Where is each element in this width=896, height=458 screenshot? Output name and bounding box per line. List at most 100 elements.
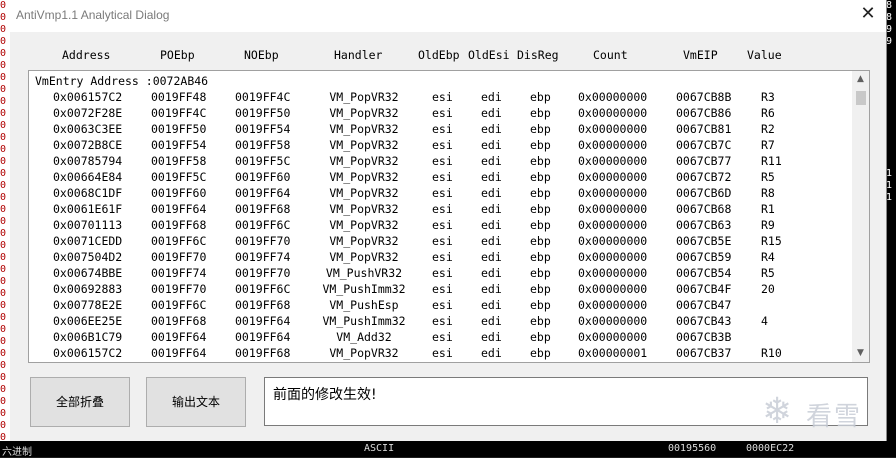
row-address: 0x0072F28E xyxy=(53,106,123,120)
row-poebp: 0019FF74 xyxy=(151,266,207,280)
row-oldebp: esi xyxy=(432,218,453,232)
vertical-scrollbar[interactable]: ▲ ▼ xyxy=(852,71,869,362)
row-value: R9 xyxy=(761,218,775,232)
table-row[interactable]: 0x0068C1DF 0019FF60 0019FF64 VM_PopVR32 esi e… xyxy=(29,186,851,202)
table-row[interactable]: 0x00778E2E 0019FF6C 0019FF68 VM_PushEsp esi e… xyxy=(29,298,851,314)
table-row[interactable]: 0x00664E84 0019FF5C 0019FF60 VM_PopVR32 esi e… xyxy=(29,170,851,186)
row-poebp: 0019FF6C xyxy=(151,298,207,312)
background-digit xyxy=(886,156,896,168)
scroll-thumb[interactable] xyxy=(856,91,866,105)
table-row[interactable]: 0x007504D2 0019FF70 0019FF74 VM_PopVR32 esi e… xyxy=(29,250,851,266)
background-hex-label: 六进制 xyxy=(2,447,32,458)
background-digit: 0 xyxy=(0,60,7,71)
row-oldesi: edi xyxy=(481,266,502,280)
column-header-oldesi[interactable]: OldEsi xyxy=(468,48,510,62)
scroll-down-icon[interactable]: ▼ xyxy=(852,345,869,362)
row-count: 0x00000000 xyxy=(578,266,648,280)
column-header-disreg[interactable]: DisReg xyxy=(517,48,559,62)
background-digit xyxy=(886,72,896,84)
column-header-oldebp[interactable]: OldEbp xyxy=(418,48,460,62)
scroll-up-icon[interactable]: ▲ xyxy=(852,71,869,88)
table-row[interactable]: 0x0071CEDD 0019FF6C 0019FF70 VM_PopVR32 esi e… xyxy=(29,234,851,250)
column-header-poebp[interactable]: POEbp xyxy=(160,48,195,62)
table-row[interactable]: 0x0063C3EE 0019FF50 0019FF54 VM_PopVR32 esi e… xyxy=(29,122,851,138)
row-address: 0x00664E84 xyxy=(53,170,123,184)
background-digit: 0 xyxy=(0,228,7,239)
window-title: AntiVmp1.1 Analytical Dialog xyxy=(16,8,170,22)
row-handler: VM_PopVR32 xyxy=(329,170,399,184)
table-row[interactable]: 0x006EE25E 0019FF68 0019FF64 VM_PushImm32 es… xyxy=(29,314,851,330)
row-handler: VM_PopVR32 xyxy=(329,346,399,360)
column-header-handler[interactable]: Handler xyxy=(334,48,382,62)
row-disreg: ebp xyxy=(530,90,551,104)
row-poebp: 0019FF60 xyxy=(151,186,207,200)
table-row[interactable]: 0x00692883 0019FF70 0019FF6C VM_PushImm32 es… xyxy=(29,282,851,298)
background-digit: 0 xyxy=(0,108,7,119)
background-hex-strip-right: 8899 111 xyxy=(886,0,896,457)
row-disreg: ebp xyxy=(530,154,551,168)
background-hex-strip-left: 0000000000000000000000000000000000000 xyxy=(0,0,10,457)
row-oldebp: esi xyxy=(432,346,453,360)
column-header-count[interactable]: Count xyxy=(593,48,628,62)
row-address: 0x0072B8CE xyxy=(53,138,123,152)
row-oldebp: esi xyxy=(432,122,453,136)
background-digit: 0 xyxy=(0,0,7,11)
export-text-button[interactable]: 输出文本 xyxy=(146,377,246,427)
table-row[interactable]: 0x006157C2 0019FF48 0019FF4C VM_PopVR32 esi e… xyxy=(29,90,851,106)
title-bar[interactable]: AntiVmp1.1 Analytical Dialog ✕ xyxy=(10,0,886,32)
row-vmeip: 0067CB63 xyxy=(676,218,732,232)
row-oldesi: edi xyxy=(481,346,502,360)
column-header-value[interactable]: Value xyxy=(747,48,782,62)
row-oldesi: edi xyxy=(481,250,502,264)
row-count: 0x00000000 xyxy=(578,122,648,136)
row-value: R5 xyxy=(761,266,775,280)
row-disreg: ebp xyxy=(530,186,551,200)
background-digit: 0 xyxy=(0,96,7,107)
row-oldesi: edi xyxy=(481,218,502,232)
row-count: 0x00000001 xyxy=(578,346,648,360)
row-handler: VM_PushEsp xyxy=(329,298,399,312)
background-digit: 0 xyxy=(0,420,7,431)
column-header-noebp[interactable]: NOEbp xyxy=(244,48,279,62)
table-row[interactable]: 0x006157C2 0019FF64 0019FF68 VM_PopVR32 esi e… xyxy=(29,346,851,362)
table-row[interactable]: 0x00674BBE 0019FF74 0019FF70 VM_PushVR32 esi… xyxy=(29,266,851,282)
background-digit: 0 xyxy=(0,24,7,35)
background-digit: 0 xyxy=(0,264,7,275)
row-poebp: 0019FF50 xyxy=(151,122,207,136)
row-address: 0x006157C2 xyxy=(53,346,123,360)
table-row[interactable]: 0x0061E61F 0019FF64 0019FF68 VM_PopVR32 esi e… xyxy=(29,202,851,218)
row-address: 0x0071CEDD xyxy=(53,234,123,248)
background-digit xyxy=(886,132,896,144)
table-row[interactable]: 0x0072B8CE 0019FF54 0019FF58 VM_PopVR32 esi e… xyxy=(29,138,851,154)
row-noebp: 0019FF50 xyxy=(235,106,291,120)
row-disreg: ebp xyxy=(530,266,551,280)
row-vmeip: 0067CB72 xyxy=(676,170,732,184)
row-poebp: 0019FF64 xyxy=(151,202,207,216)
table-row[interactable]: 0x00785794 0019FF58 0019FF5C VM_PopVR32 esi e… xyxy=(29,154,851,170)
table-row[interactable]: 0x00701113 0019FF68 0019FF6C VM_PopVR32 esi e… xyxy=(29,218,851,234)
background-digit: 0 xyxy=(0,84,7,95)
row-oldesi: edi xyxy=(481,154,502,168)
close-icon[interactable]: ✕ xyxy=(860,5,876,23)
column-header-address[interactable]: Address xyxy=(62,48,110,62)
row-poebp: 0019FF5C xyxy=(151,170,207,184)
row-oldebp: esi xyxy=(432,202,453,216)
trace-list[interactable]: VmEntry Address :0072AB46 0x006157C2 0019… xyxy=(28,70,870,363)
background-digit xyxy=(886,48,896,60)
vm-entry-address[interactable]: VmEntry Address :0072AB46 xyxy=(35,74,208,88)
row-address: 0x007504D2 xyxy=(53,250,123,264)
row-value: R6 xyxy=(761,106,775,120)
row-noebp: 0019FF60 xyxy=(235,170,291,184)
column-header-vmeip[interactable]: VmEIP xyxy=(683,48,718,62)
row-vmeip: 0067CB4F xyxy=(676,282,732,296)
collapse-all-button[interactable]: 全部折叠 xyxy=(30,377,130,427)
row-handler: VM_PopVR32 xyxy=(329,154,399,168)
row-handler: VM_PopVR32 xyxy=(329,218,399,232)
table-row[interactable]: 0x006B1C79 0019FF64 0019FF64 VM_Add32 esi edi… xyxy=(29,330,851,346)
row-count: 0x00000000 xyxy=(578,186,648,200)
row-handler: VM_PopVR32 xyxy=(329,122,399,136)
table-row[interactable]: 0x0072F28E 0019FF4C 0019FF50 VM_PopVR32 esi e… xyxy=(29,106,851,122)
background-ascii-label: ASCII xyxy=(364,443,395,454)
row-noebp: 0019FF6C xyxy=(235,218,291,232)
row-value: R10 xyxy=(761,346,782,360)
